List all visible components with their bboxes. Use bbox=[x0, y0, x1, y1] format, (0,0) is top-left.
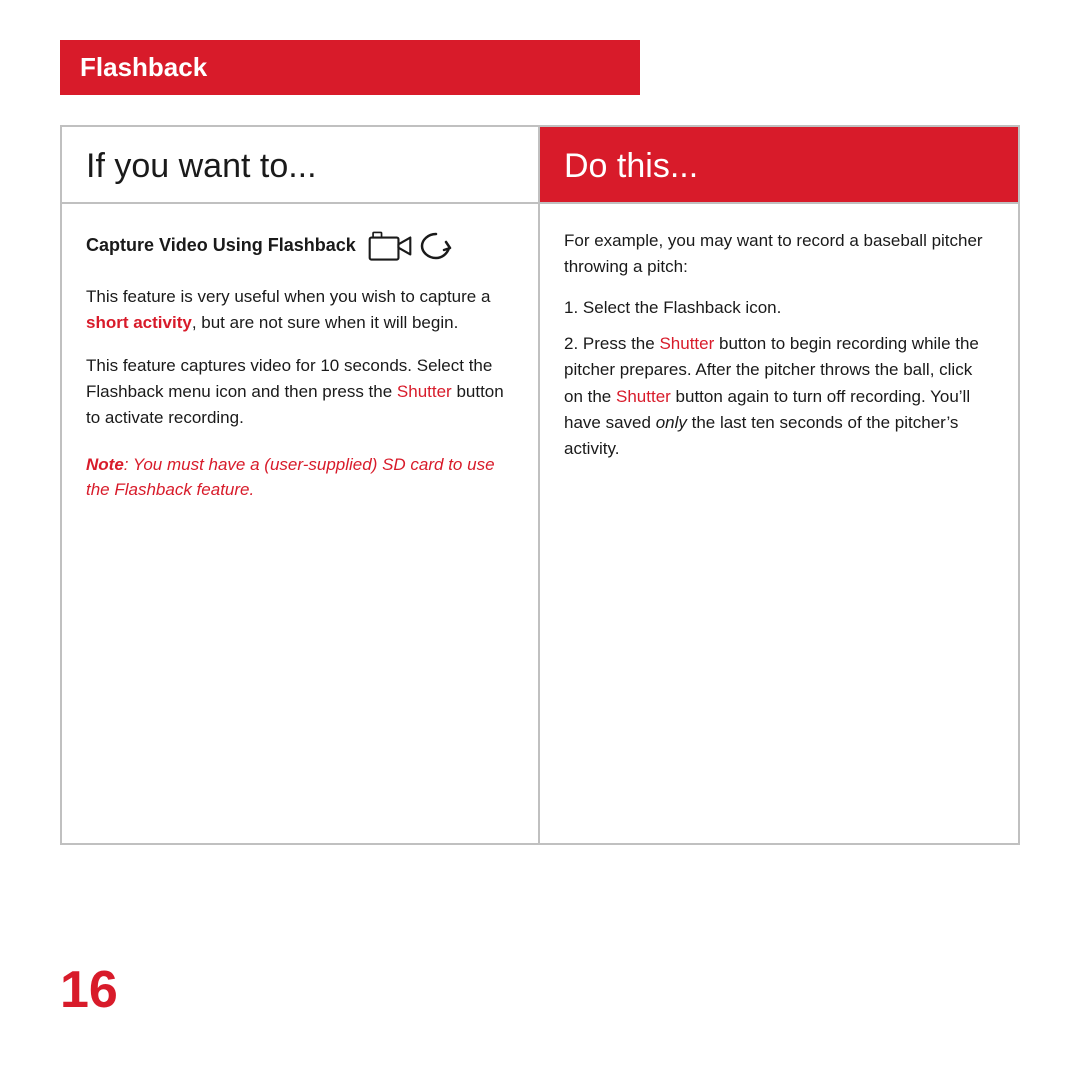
right-column-header-title: Do this... bbox=[564, 147, 698, 185]
left-column: If you want to... Capture Video Using Fl… bbox=[62, 127, 540, 843]
right-column: Do this... For example, you may want to … bbox=[540, 127, 1018, 843]
loop-icon bbox=[418, 228, 454, 264]
camera-icon bbox=[368, 229, 412, 263]
instructions-list: 1. Select the Flashback icon. 2. Press t… bbox=[564, 295, 994, 463]
page-number: 16 bbox=[60, 960, 118, 1020]
right-column-header: Do this... bbox=[540, 127, 1018, 204]
capture-heading-row: Capture Video Using Flashback bbox=[86, 228, 514, 264]
list-item-1: 1. Select the Flashback icon. bbox=[564, 295, 994, 321]
main-table: If you want to... Capture Video Using Fl… bbox=[60, 125, 1020, 845]
left-column-header: If you want to... bbox=[62, 127, 538, 204]
list-item-2: 2. Press the Shutter button to begin rec… bbox=[564, 331, 994, 463]
icons-area bbox=[368, 228, 454, 264]
note-text: Note: You must have a (user-supplied) SD… bbox=[86, 452, 514, 503]
right-column-content: For example, you may want to record a ba… bbox=[540, 204, 1018, 497]
capture-heading-text: Capture Video Using Flashback bbox=[86, 234, 356, 257]
example-paragraph: For example, you may want to record a ba… bbox=[564, 228, 994, 281]
paragraph-1: This feature is very useful when you wis… bbox=[86, 284, 514, 337]
paragraph-2: This feature captures video for 10 secon… bbox=[86, 353, 514, 432]
page-title: Flashback bbox=[80, 52, 207, 82]
left-column-content: Capture Video Using Flashback bbox=[62, 204, 538, 843]
left-column-header-title: If you want to... bbox=[86, 147, 317, 185]
header-bar: Flashback bbox=[60, 40, 640, 95]
